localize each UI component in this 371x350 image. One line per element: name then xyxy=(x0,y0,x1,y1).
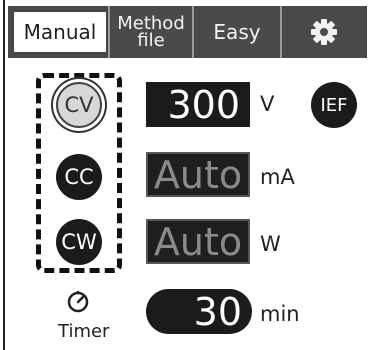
mode-cw-button[interactable]: CW xyxy=(56,219,102,265)
mode-cc-button[interactable]: CC xyxy=(56,154,102,200)
power-value-field[interactable]: Auto xyxy=(146,219,250,264)
electrophoresis-control-screen: Manual Method file Easy CV CC CW 300 V I… xyxy=(0,0,371,350)
voltage-value-field[interactable]: 300 xyxy=(146,82,250,127)
current-unit: mA xyxy=(260,165,295,189)
tab-method-file[interactable]: Method file xyxy=(108,6,192,58)
tab-method-file-line2: file xyxy=(137,30,165,51)
current-value-field[interactable]: Auto xyxy=(146,152,250,197)
timer-label: Timer xyxy=(58,321,110,342)
mode-tab-bar: Manual Method file Easy xyxy=(8,6,367,58)
voltage-unit: V xyxy=(260,92,275,116)
timer-unit: min xyxy=(260,302,300,326)
tab-easy[interactable]: Easy xyxy=(192,6,280,58)
tab-manual[interactable]: Manual xyxy=(12,10,108,54)
power-unit: W xyxy=(260,232,281,256)
timer-value-field[interactable]: 30 xyxy=(146,289,252,334)
gear-icon xyxy=(310,19,337,45)
left-border xyxy=(3,0,5,350)
mode-cv-button[interactable]: CV xyxy=(56,82,102,128)
stopwatch-icon xyxy=(67,291,89,313)
ief-button[interactable]: IEF xyxy=(311,82,357,128)
tab-settings[interactable] xyxy=(280,6,365,58)
